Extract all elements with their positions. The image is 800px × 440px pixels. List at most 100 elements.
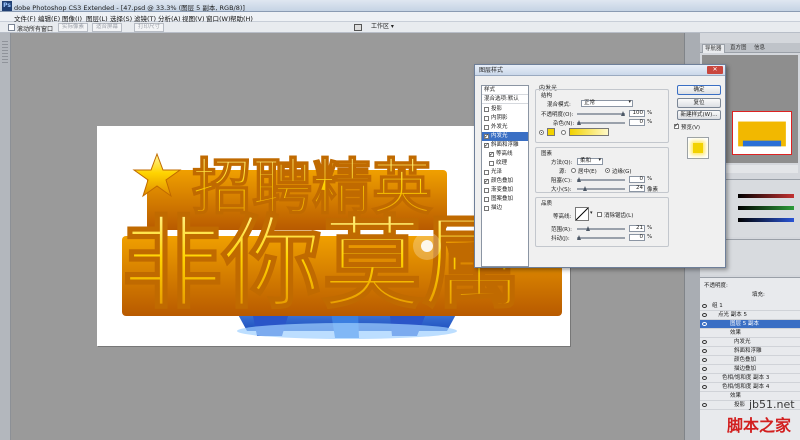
style-color-overlay[interactable]: 颜色叠加 <box>482 177 528 186</box>
eye-icon[interactable] <box>702 367 707 371</box>
fit-screen-button[interactable]: 适合屏幕 <box>92 23 123 32</box>
size-input[interactable]: 24 <box>629 185 645 192</box>
inner-shadow-checkbox[interactable] <box>484 116 489 121</box>
print-size-button[interactable]: 打印尺寸 <box>134 23 165 32</box>
size-slider[interactable] <box>577 186 625 191</box>
layer-row[interactable]: 组 1 <box>700 302 800 311</box>
eye-icon[interactable] <box>702 385 707 389</box>
layer-effect-row[interactable]: 斜面和浮雕 <box>700 347 800 356</box>
style-bevel-emboss[interactable]: 斜面和浮雕 <box>482 141 528 150</box>
toolbox-grip[interactable] <box>2 41 8 63</box>
blue-slider[interactable] <box>738 218 794 222</box>
style-inner-glow[interactable]: 内发光 <box>482 132 528 141</box>
edge-label: 边缘(G) <box>612 169 632 175</box>
eye-icon[interactable] <box>702 322 707 326</box>
close-icon[interactable]: ✕ <box>707 66 723 74</box>
eye-icon[interactable] <box>702 313 707 317</box>
eye-icon[interactable] <box>702 376 707 380</box>
antialias-checkbox[interactable] <box>597 212 602 217</box>
styles-header[interactable]: 样式 <box>482 86 528 95</box>
toolbox-collapsed[interactable] <box>0 33 11 440</box>
layer-row-selected[interactable]: 图层 5 副本 <box>700 320 800 329</box>
tab-histogram[interactable]: 直方图 <box>728 44 749 53</box>
new-style-button[interactable]: 新建样式(W)... <box>677 110 721 120</box>
scroll-all-checkbox[interactable] <box>8 24 15 31</box>
color-overlay-checkbox[interactable] <box>484 177 489 186</box>
layer-row[interactable]: 点光 副本 5 <box>700 311 800 320</box>
solid-color-radio[interactable] <box>539 130 544 135</box>
quality-title: 品质 <box>541 201 553 207</box>
preview-checkbox[interactable] <box>674 122 679 129</box>
style-pattern-overlay[interactable]: 图案叠加 <box>482 195 528 204</box>
layer-row[interactable]: 色相/饱和度 副本 3 <box>700 374 800 383</box>
tab-info[interactable]: 信息 <box>752 44 767 53</box>
layer-effect-row[interactable]: 颜色叠加 <box>700 356 800 365</box>
style-contour[interactable]: 等高线 <box>482 150 528 159</box>
outer-glow-checkbox[interactable] <box>484 125 489 130</box>
layer-effect-row[interactable]: 内发光 <box>700 338 800 347</box>
choke-input[interactable]: 0 <box>629 176 645 183</box>
layer-effect-row[interactable]: 描边叠加 <box>700 365 800 374</box>
contour-dropdown-icon[interactable]: ▾ <box>590 210 593 216</box>
blending-options-item[interactable]: 混合选项:默认 <box>482 95 528 104</box>
range-input[interactable]: 21 <box>629 225 645 232</box>
noise-input[interactable]: 0 <box>629 119 645 126</box>
gradient-overlay-checkbox[interactable] <box>484 188 489 193</box>
blend-mode-select[interactable]: 正常 <box>581 100 633 107</box>
style-gradient-overlay[interactable]: 渐变叠加 <box>482 186 528 195</box>
opacity-input[interactable]: 100 <box>629 110 645 117</box>
source-label: 源: <box>559 169 567 175</box>
choke-slider[interactable] <box>577 177 625 182</box>
contour-checkbox[interactable] <box>489 150 494 159</box>
glow-gradient-swatch[interactable] <box>569 128 609 136</box>
eye-icon[interactable] <box>702 340 707 344</box>
style-drop-shadow[interactable]: 投影 <box>482 105 528 114</box>
ok-button[interactable]: 确定 <box>677 85 721 95</box>
green-slider[interactable] <box>738 206 794 210</box>
navigator-view-box[interactable] <box>732 111 792 155</box>
gradient-radio[interactable] <box>561 130 566 135</box>
eye-icon[interactable] <box>702 304 707 308</box>
navigator-tabs: 导航器 直方图 信息 <box>700 43 800 53</box>
eye-icon[interactable] <box>702 349 707 353</box>
edge-radio[interactable] <box>605 168 610 173</box>
style-outer-glow[interactable]: 外发光 <box>482 123 528 132</box>
center-radio[interactable] <box>571 168 576 173</box>
stroke-checkbox[interactable] <box>484 206 489 211</box>
jitter-slider[interactable] <box>577 235 625 240</box>
reset-button[interactable]: 复位 <box>677 98 721 108</box>
menu-bar: 文件(F) 编辑(E) 图像(I) 图层(L) 选择(S) 滤镜(T) 分析(A… <box>0 12 800 23</box>
tab-navigator[interactable]: 导航器 <box>702 44 725 53</box>
eye-icon[interactable] <box>702 358 707 362</box>
noise-label: 杂色(N): <box>553 121 575 127</box>
preview-label: 预览(V) <box>681 125 701 131</box>
workspace-menu-button[interactable]: 工作区 ▾ <box>368 23 397 32</box>
bevel-emboss-checkbox[interactable] <box>484 141 489 150</box>
noise-unit: % <box>647 119 653 125</box>
photoshop-icon: Ps <box>2 1 12 11</box>
jitter-input[interactable]: 0 <box>629 234 645 241</box>
satin-checkbox[interactable] <box>484 170 489 175</box>
red-slider[interactable] <box>738 194 794 198</box>
noise-slider[interactable] <box>577 120 625 125</box>
range-slider[interactable] <box>577 226 625 231</box>
style-texture[interactable]: 纹理 <box>482 159 528 168</box>
texture-checkbox[interactable] <box>489 161 494 166</box>
method-select[interactable]: 柔和 <box>577 158 603 165</box>
opacity-slider[interactable] <box>577 111 625 116</box>
glow-color-swatch[interactable] <box>547 128 555 136</box>
layer-row[interactable]: 色相/饱和度 副本 4 <box>700 383 800 392</box>
contour-preview[interactable] <box>575 207 589 221</box>
opacity-label: 不透明度(O): <box>541 112 574 118</box>
layer-effect-row[interactable]: 效果 <box>700 329 800 338</box>
inner-glow-checkbox[interactable] <box>484 132 489 141</box>
actual-pixels-button[interactable]: 实际像素 <box>58 23 89 32</box>
style-stroke[interactable]: 描边 <box>482 204 528 213</box>
elements-title: 图素 <box>541 151 553 157</box>
style-inner-shadow[interactable]: 内阴影 <box>482 114 528 123</box>
preview-toggle[interactable]: 预览(V) <box>674 122 701 131</box>
style-satin[interactable]: 光泽 <box>482 168 528 177</box>
watermark-url: jb51.net <box>749 398 795 411</box>
pattern-overlay-checkbox[interactable] <box>484 197 489 202</box>
drop-shadow-checkbox[interactable] <box>484 107 489 112</box>
